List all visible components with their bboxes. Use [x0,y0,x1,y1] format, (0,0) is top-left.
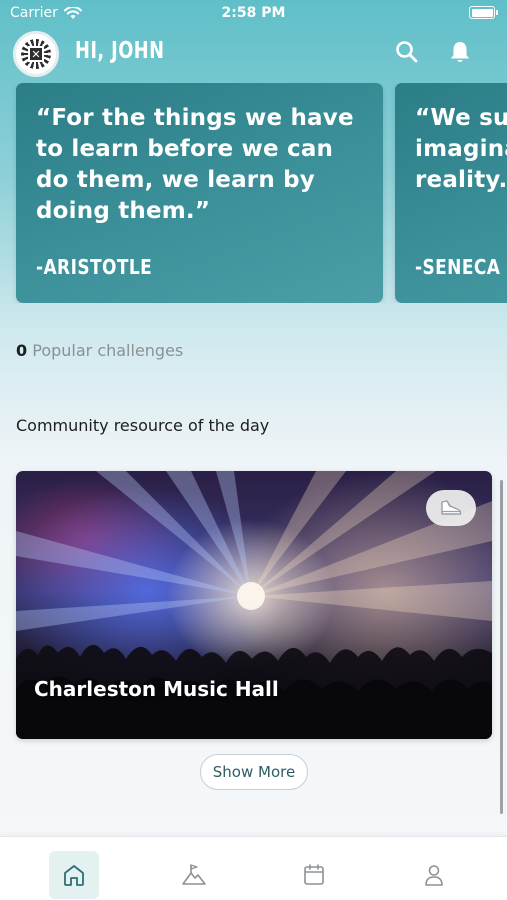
quote-author: -SENECA [415,255,501,279]
mountain-flag-icon [182,864,206,885]
popular-challenges-count: 0 [16,341,28,360]
avatar[interactable]: ✕ [13,31,59,77]
tab-calendar[interactable] [289,851,339,899]
popular-challenges: 0 Popular challenges [16,341,183,360]
app-header: ✕ HI, JOHN [0,30,507,78]
tab-home[interactable] [49,851,99,899]
resource-card[interactable]: Charleston Music Hall [16,471,492,739]
battery-icon [469,6,498,19]
sneaker-icon [441,500,462,515]
status-time: 2:58 PM [221,5,286,21]
community-section-title: Community resource of the day [16,416,270,435]
calendar-icon [304,864,324,885]
greeting-title: HI, JOHN [75,38,165,64]
sneaker-badge-button[interactable] [426,490,476,526]
quote-carousel[interactable]: “For the things we have to learn before … [0,83,507,303]
popular-challenges-label: Popular challenges [32,341,184,360]
status-bar: Carrier 2:58 PM [0,0,507,28]
profile-icon [425,865,443,886]
bell-icon[interactable] [447,39,473,65]
quote-author: -ARISTOTLE [36,255,153,279]
tab-profile[interactable] [409,851,459,899]
quote-text: “We suf imagina reality.” [415,105,507,193]
tab-bar [0,836,507,900]
quote-card[interactable]: “For the things we have to learn before … [16,83,383,303]
tab-challenges[interactable] [169,851,219,899]
quote-card[interactable]: “We suf imagina reality.” -SENECA [395,83,507,303]
home-icon [64,865,84,886]
resource-title: Charleston Music Hall [34,677,279,701]
search-icon[interactable] [394,39,420,65]
logo-badge-icon: ✕ [21,39,51,69]
quote-text: “For the things we have to learn before … [36,105,354,224]
scrollbar[interactable] [500,480,503,814]
show-more-button[interactable]: Show More [200,754,308,790]
